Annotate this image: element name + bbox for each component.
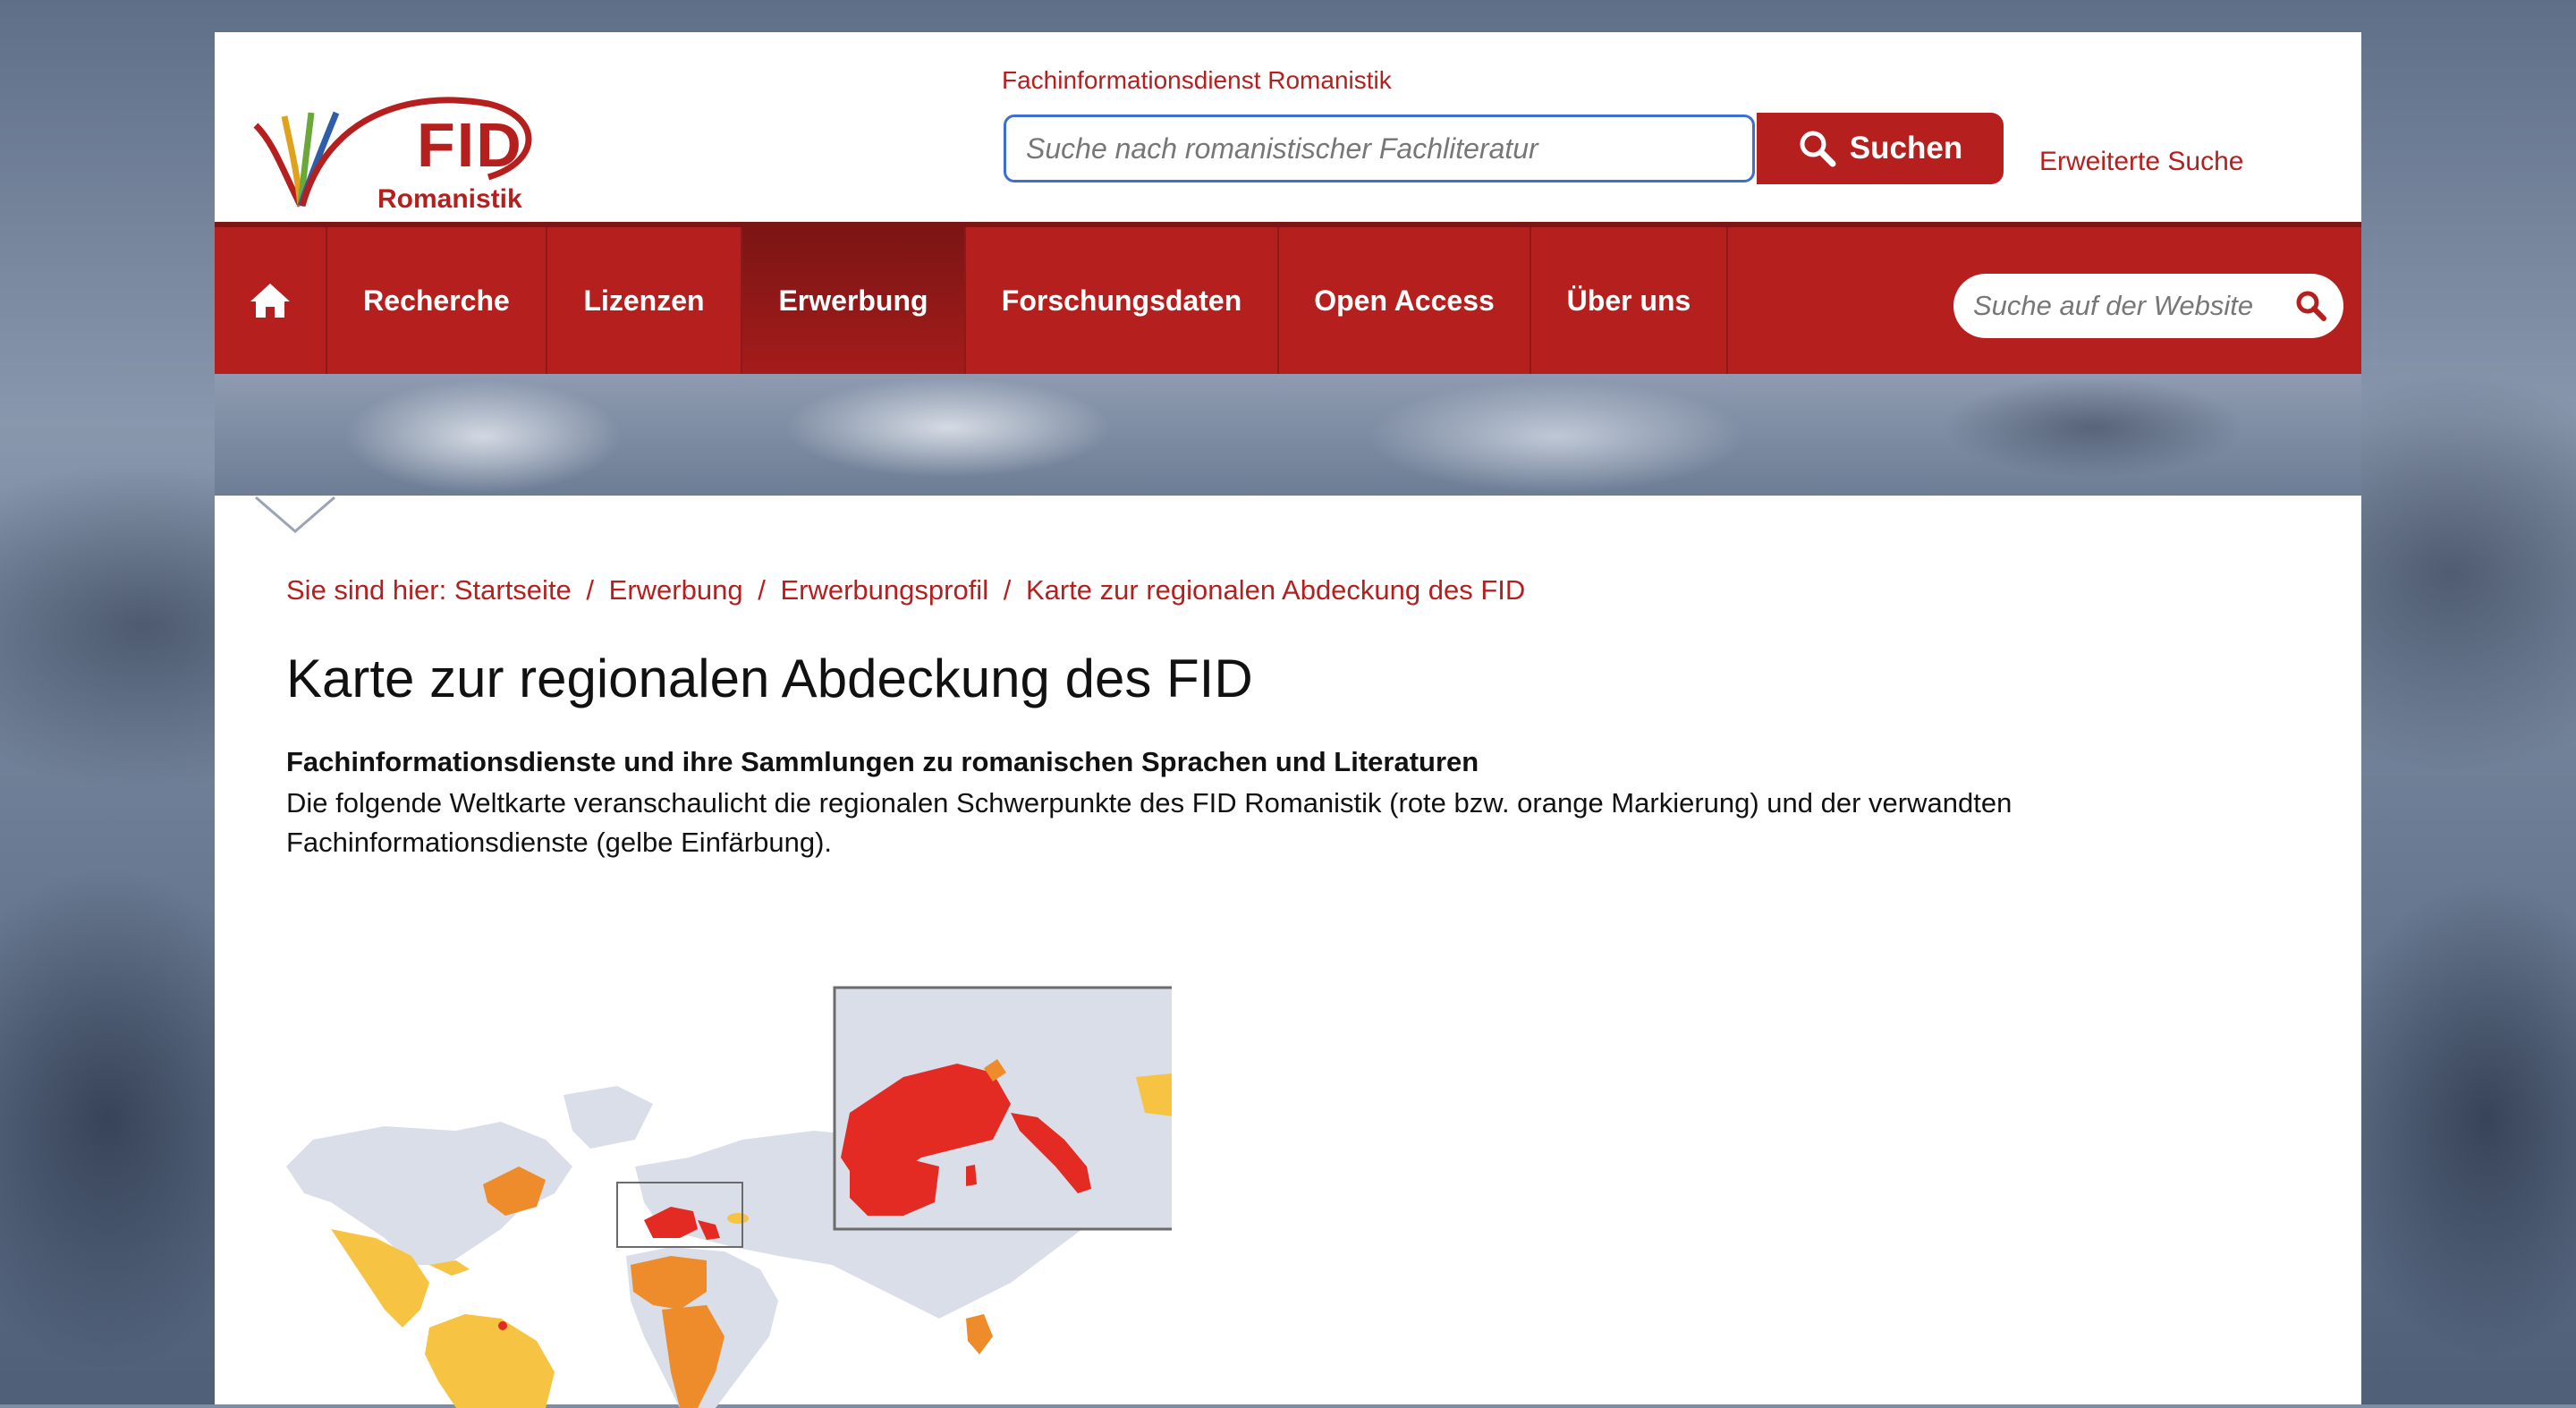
page-title: Karte zur regionalen Abdeckung des FID — [286, 649, 1253, 708]
nav-item-ueber-uns[interactable]: Über uns — [1531, 227, 1728, 374]
inset-region-corsica-sardinia — [966, 1165, 977, 1186]
nav-item-recherche[interactable]: Recherche — [327, 227, 547, 374]
catalog-search-input[interactable]: Suche nach romanistischer Fachliteratur — [1004, 115, 1755, 182]
world-coverage-map[interactable] — [277, 961, 1172, 1408]
section-subheading: Fachinformationsdienste und ihre Sammlun… — [286, 746, 1479, 777]
search-icon[interactable] — [2295, 290, 2327, 322]
breadcrumb-item-startseite[interactable]: Startseite — [454, 574, 572, 606]
site-search-placeholder: Suche auf der Website — [1973, 290, 2254, 321]
breadcrumb-separator: / — [586, 574, 595, 606]
breadcrumb-separator: / — [1003, 574, 1012, 606]
map-region-romania — [727, 1213, 749, 1224]
home-button[interactable] — [215, 227, 327, 374]
nav-item-lizenzen[interactable]: Lizenzen — [547, 227, 742, 374]
search-button[interactable]: Suchen — [1757, 113, 2004, 184]
chevron-down-icon — [255, 496, 335, 533]
site-tagline: Fachinformationsdienst Romanistik — [1002, 66, 1392, 94]
logo-text: FID — [417, 110, 523, 180]
nav-item-open-access[interactable]: Open Access — [1279, 227, 1531, 374]
breadcrumb-item-erwerbung[interactable]: Erwerbung — [609, 574, 743, 606]
advanced-search-link[interactable]: Erweiterte Suche — [2039, 147, 2243, 177]
home-icon — [250, 284, 290, 318]
breadcrumb-item-erwerbungsprofil[interactable]: Erwerbungsprofil — [780, 574, 988, 606]
fid-logo[interactable]: FID Romanistik — [247, 63, 551, 224]
map-region-south-america — [425, 1314, 555, 1408]
banner-image — [215, 374, 2361, 496]
site-header: FID Romanistik Fachinformationsdienst Ro… — [215, 32, 2361, 222]
breadcrumb-separator: / — [758, 574, 766, 606]
search-button-label: Suchen — [1849, 131, 1963, 165]
section-description: Die folgende Weltkarte veranschaulicht d… — [286, 787, 2012, 858]
search-icon — [1800, 131, 1836, 167]
breadcrumb-prefix: Sie sind hier: — [286, 574, 447, 606]
map-region-french-guiana — [498, 1321, 507, 1330]
main-navigation: Recherche Lizenzen Erwerbung Forschungsd… — [215, 222, 2361, 374]
map-region-indochina — [966, 1314, 993, 1354]
site-search-input[interactable]: Suche auf der Website — [1953, 274, 2343, 338]
main-content: Sie sind hier: Startseite / Erwerbung / … — [215, 496, 2361, 1408]
nav-item-erwerbung[interactable]: Erwerbung — [742, 227, 966, 374]
logo-subtext: Romanistik — [377, 184, 522, 214]
breadcrumb: Sie sind hier: Startseite / Erwerbung / … — [286, 574, 1525, 606]
map-greenland — [564, 1086, 653, 1149]
nav-item-forschungsdaten[interactable]: Forschungsdaten — [966, 227, 1279, 374]
breadcrumb-item-current[interactable]: Karte zur regionalen Abdeckung des FID — [1026, 574, 1525, 606]
